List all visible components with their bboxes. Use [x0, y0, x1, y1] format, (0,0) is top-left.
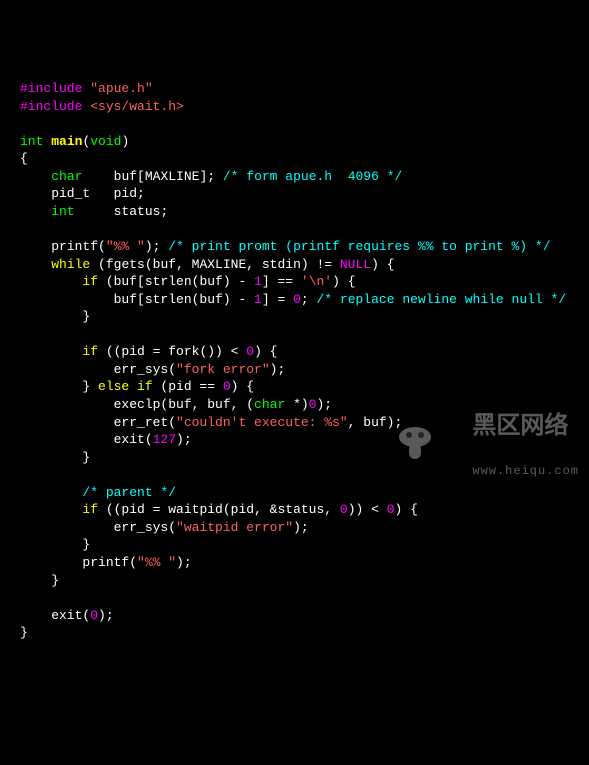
preproc: #include: [20, 99, 90, 114]
func-name: main: [51, 134, 82, 149]
type: char: [254, 397, 285, 412]
number: 0: [293, 292, 301, 307]
string: "waitpid error": [176, 520, 293, 535]
string: "fork error": [176, 362, 270, 377]
watermark-url: www.heiqu.com: [472, 464, 579, 478]
string: "apue.h": [90, 81, 152, 96]
watermark: 黑区网络 www.heiqu.com: [348, 377, 579, 497]
number: 0: [223, 379, 231, 394]
string: <sys/wait.h>: [90, 99, 184, 114]
type: int: [51, 204, 74, 219]
number: 0: [246, 344, 254, 359]
keyword: else if: [98, 379, 153, 394]
comment: /* form apue.h 4096 */: [223, 169, 402, 184]
keyword: if: [82, 502, 98, 517]
preproc: #include: [20, 81, 90, 96]
comment: /* parent */: [82, 485, 176, 500]
char: '\n': [301, 274, 332, 289]
watermark-title: 黑区网络: [472, 414, 568, 441]
number: 1: [254, 292, 262, 307]
keyword: if: [82, 344, 98, 359]
const: NULL: [340, 257, 371, 272]
string: "%% ": [137, 555, 176, 570]
number: 0: [387, 502, 395, 517]
string: "couldn't execute: %s": [176, 415, 348, 430]
number: 1: [254, 274, 262, 289]
type: int: [20, 134, 43, 149]
type: char: [51, 169, 82, 184]
type: void: [90, 134, 121, 149]
keyword: while: [51, 257, 90, 272]
comment: /* print promt (printf requires %% to pr…: [168, 239, 550, 254]
number: 0: [340, 502, 348, 517]
number: 0: [90, 608, 98, 623]
code-block: #include "apue.h" #include <sys/wait.h> …: [20, 80, 579, 642]
string: "%% ": [106, 239, 145, 254]
number: 127: [153, 432, 176, 447]
mushroom-icon: [364, 405, 435, 486]
comment: /* replace newline while null */: [317, 292, 567, 307]
keyword: if: [82, 274, 98, 289]
